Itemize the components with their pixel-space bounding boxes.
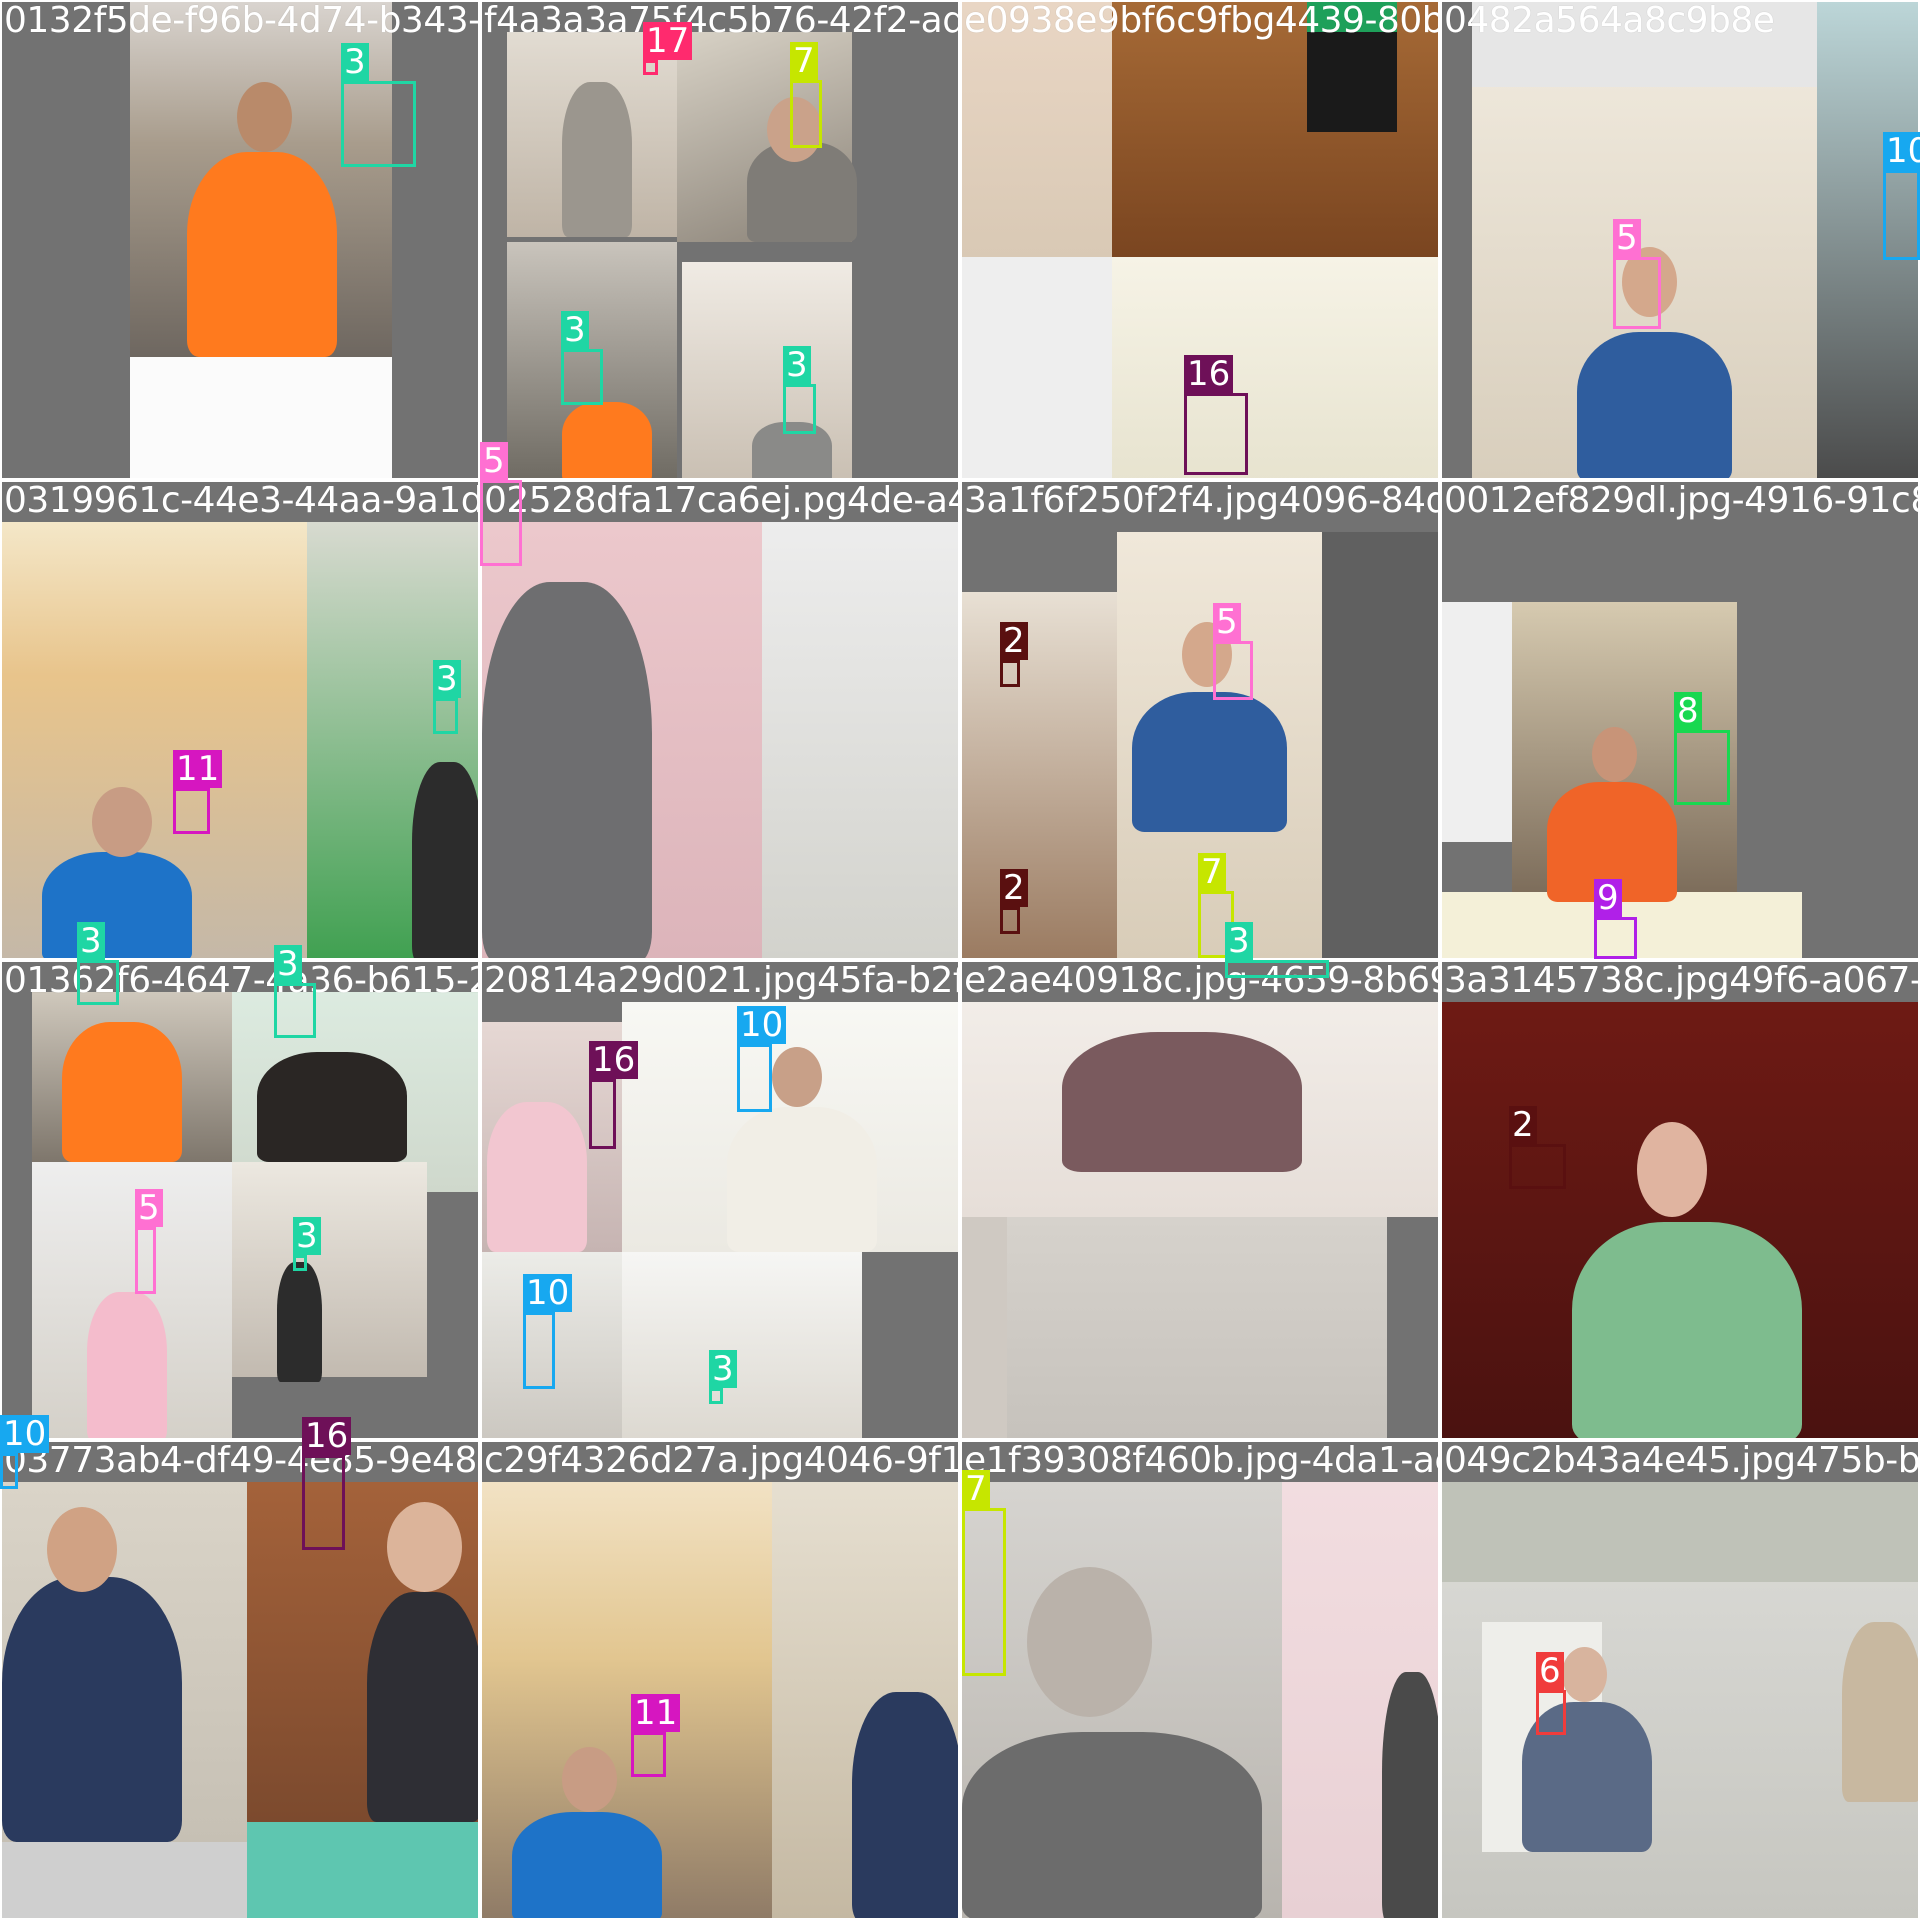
- person: [87, 1292, 167, 1438]
- mosaic-tile: 0132f5de-f96b-4d74-b343-75f4a3a3a75fbg-4…: [0, 0, 480, 480]
- photo: [1007, 1217, 1387, 1438]
- mosaic-tile: 02528dfa17ca6ej.pg4de-a494-5a1f6f250f2f4: [480, 480, 960, 960]
- mosaic-tile: e1f39308f460b.jpg-4da1-ac67-b: [960, 1440, 1440, 1920]
- tile-filename: e2ae40918c.jpg-4659-8b69-4e3a3145738c.jp…: [964, 960, 1440, 1001]
- person-head: [47, 1507, 117, 1592]
- photo: [1322, 532, 1438, 958]
- photo: [1442, 892, 1802, 958]
- person: [1132, 692, 1287, 832]
- photo: [1442, 1482, 1918, 1582]
- tile-filename: 01362f6-4647-4a36-b615-20814a29d021.jpg4…: [4, 960, 480, 1001]
- photo: [1817, 2, 1918, 478]
- tile-filename: 0012ef829dl.jpg-4916-91c8-8: [1444, 480, 1920, 521]
- person: [412, 762, 478, 958]
- person: [487, 1102, 587, 1252]
- tile-filename: 3a3145738c.jpg49f6-a067-3: [1444, 960, 1920, 1001]
- person: [1062, 1032, 1302, 1172]
- person-head: [1592, 727, 1637, 782]
- tile-filename: e0938e9bf6c9fbg4439-80be-2: [964, 0, 1438, 41]
- person-head: [387, 1502, 462, 1592]
- mosaic-tile: 0482a564a8c9b8e: [1440, 0, 1920, 480]
- mosaic-tile: 049c2b43a4e45.jpg475b-bfbc-2: [1440, 1440, 1920, 1920]
- mosaic-tile: 03773ab4-df49-4e85-9e48-7c29f4326d27a.jp…: [0, 1440, 480, 1920]
- photo: [622, 1252, 862, 1438]
- person: [512, 1812, 662, 1918]
- person-head: [1027, 1567, 1152, 1717]
- person-head: [1637, 1122, 1707, 1217]
- person-head: [1622, 247, 1677, 317]
- person: [562, 82, 632, 237]
- mosaic-tile: 0012ef829dl.jpg-4916-91c8-8: [1440, 480, 1920, 960]
- tile-filename: 0132f5de-f96b-4d74-b343-75f4a3a3a75fbg-4…: [4, 0, 480, 41]
- person: [42, 852, 192, 958]
- person-head: [767, 97, 822, 162]
- photo: [130, 357, 392, 478]
- photo: [232, 1162, 427, 1377]
- person: [62, 1022, 182, 1162]
- photo: [1442, 602, 1512, 842]
- person: [962, 1732, 1262, 1918]
- person: [1547, 782, 1677, 902]
- tile-filename: 03773ab4-df49-4e85-9e48-7c29f4326d27a.jp…: [4, 1440, 480, 1481]
- photo: [2, 1842, 247, 1918]
- person-head: [1182, 622, 1232, 687]
- mosaic-tile: 3a1f6f250f2f4.jpg4096-84df-f0d0012ef829d…: [960, 480, 1440, 960]
- person-head: [92, 787, 152, 857]
- person: [277, 1262, 322, 1382]
- person: [562, 402, 652, 478]
- person: [1842, 1622, 1918, 1802]
- tile-filename: 0319961c-44e3-44aa-9a1d-3f2528dfa17ca6e.…: [4, 480, 480, 521]
- person: [1572, 1222, 1802, 1438]
- person: [1522, 1702, 1652, 1852]
- photo: [482, 1252, 622, 1438]
- photo: [962, 1217, 1007, 1438]
- person-head: [772, 1047, 822, 1107]
- tile-filename: 20814a29d021.jpg45fa-b2f8-bfe: [484, 960, 958, 1001]
- photo: [762, 522, 958, 958]
- tile-filename: f4a3a3a75f4c5b76-42f2-adef-8: [484, 0, 960, 41]
- photo: [1112, 257, 1438, 478]
- person-head: [237, 82, 292, 152]
- tile-filename: 0482a564a8c9b8e: [1444, 0, 1775, 41]
- photo: [962, 592, 1117, 958]
- person: [257, 1052, 407, 1162]
- person: [1382, 1672, 1438, 1918]
- mosaic-tile: f4a3a3a75f4c5b76-42f2-adef-8: [480, 0, 960, 480]
- tile-filename: 049c2b43a4e45.jpg475b-bfbc-2: [1444, 1440, 1920, 1481]
- person: [727, 1107, 877, 1252]
- mosaic-tile: 01362f6-4647-4a36-b615-20814a29d021.jpg4…: [0, 960, 480, 1440]
- mosaic-tile: 20814a29d021.jpg45fa-b2f8-bfe: [480, 960, 960, 1440]
- person: [187, 152, 337, 357]
- person: [367, 1592, 478, 1822]
- photo: [962, 257, 1112, 478]
- person-head: [1562, 1647, 1607, 1702]
- mosaic-tile: e2ae40918c.jpg-4659-8b69-4e3a3145738c.jp…: [960, 960, 1440, 1440]
- tile-filename: 3a1f6f250f2f4.jpg4096-84df-f0d0012ef829d…: [964, 480, 1438, 521]
- tile-filename: c29f4326d27a.jpg4046-9f16-7: [484, 1440, 958, 1481]
- person: [2, 1577, 182, 1842]
- mosaic-tile: 3a3145738c.jpg49f6-a067-3: [1440, 960, 1920, 1440]
- photo: [247, 1822, 478, 1918]
- mosaic-tile: c29f4326d27a.jpg4046-9f16-7: [480, 1440, 960, 1920]
- person: [752, 422, 832, 478]
- tile-filename: e1f39308f460b.jpg-4da1-ac67-b: [964, 1440, 1438, 1481]
- person: [482, 582, 652, 958]
- person: [1577, 332, 1732, 478]
- person-head: [562, 1747, 617, 1812]
- mosaic-tile: 0319961c-44e3-44aa-9a1d-3f2528dfa17ca6e.…: [0, 480, 480, 960]
- tile-filename: 02528dfa17ca6ej.pg4de-a494-5a1f6f250f2f4: [484, 480, 958, 521]
- mosaic-tile: e0938e9bf6c9fbg4439-80be-2: [960, 0, 1440, 480]
- person: [852, 1692, 958, 1918]
